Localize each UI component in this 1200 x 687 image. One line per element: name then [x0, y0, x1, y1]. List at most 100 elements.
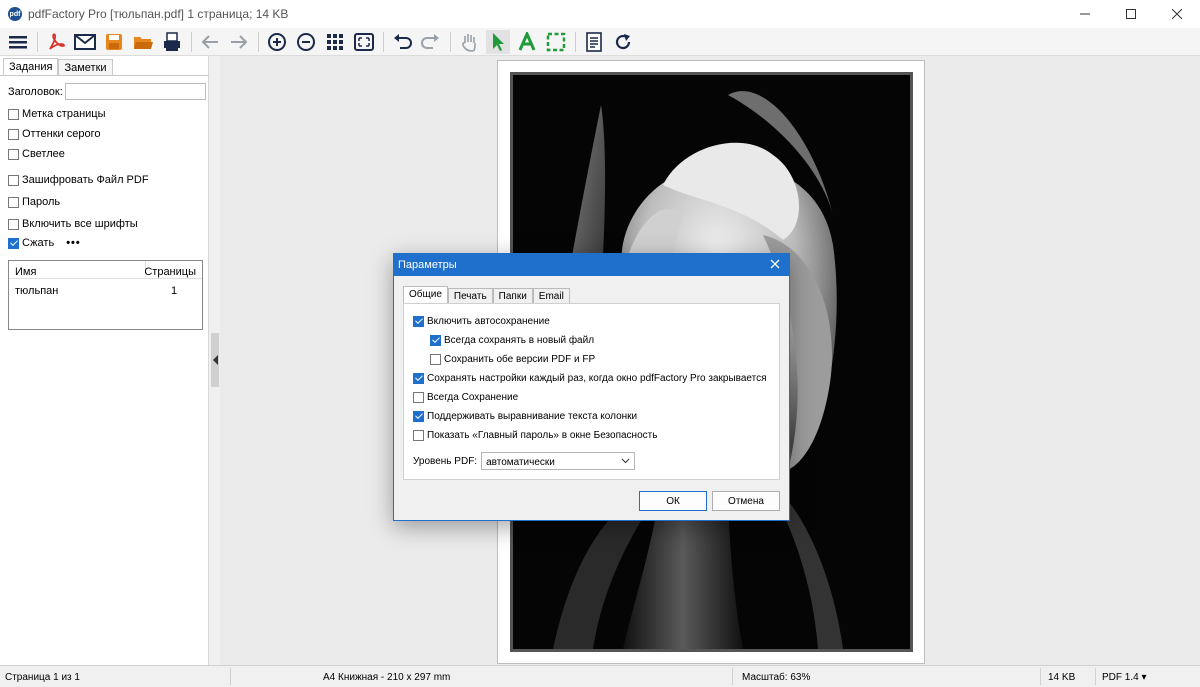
tab-folders[interactable]: Папки	[492, 288, 533, 304]
grid-icon	[327, 33, 343, 50]
maximize-button[interactable]	[1108, 0, 1154, 28]
undo-button[interactable]	[390, 30, 414, 54]
option-enable-autosave[interactable]: Включить автосохранение	[413, 316, 550, 327]
checkbox[interactable]	[8, 174, 19, 186]
pdf-icon	[49, 32, 65, 50]
refresh-button[interactable]	[611, 30, 635, 54]
checkbox[interactable]	[430, 354, 441, 365]
title-label: Заголовок:	[8, 85, 63, 98]
option-always-new-file[interactable]: Всегда сохранять в новый файл	[430, 335, 594, 346]
more-options-button[interactable]: •••	[66, 237, 81, 249]
zoom-in-button[interactable]	[265, 30, 289, 54]
option-save-settings-on-close[interactable]: Сохранять настройки каждый раз, когда ок…	[413, 373, 767, 384]
pdf-version-dropdown[interactable]: PDF 1.4 ▾	[1102, 672, 1147, 683]
documents-list: Имя Страницы тюльпан 1	[8, 260, 203, 330]
back-arrow-icon	[201, 34, 218, 49]
save-button[interactable]	[102, 30, 126, 54]
select-area-button[interactable]	[544, 30, 568, 54]
text-tool-icon	[518, 31, 536, 51]
option-embed-fonts[interactable]: Включить все шрифты	[8, 217, 138, 231]
hand-icon	[462, 33, 476, 52]
open-button[interactable]	[131, 30, 155, 54]
checkbox[interactable]	[8, 108, 19, 120]
checkbox-checked[interactable]	[413, 316, 424, 327]
tab-email[interactable]: Email	[532, 288, 570, 304]
pdf-level-select[interactable]: автоматически	[481, 452, 636, 470]
notes-button[interactable]	[582, 30, 606, 54]
checkbox-checked[interactable]	[413, 373, 424, 384]
menu-button[interactable]	[6, 30, 30, 54]
close-dialog-button[interactable]	[768, 257, 782, 271]
forward-arrow-icon	[231, 34, 248, 49]
list-item-pages[interactable]: 1	[171, 285, 177, 297]
send-pdf-button[interactable]	[44, 30, 68, 54]
select-rect-icon	[546, 32, 566, 51]
column-header-pages[interactable]: Страницы	[144, 266, 196, 278]
ok-button[interactable]: ОК	[639, 491, 707, 511]
column-header-name[interactable]: Имя	[15, 266, 36, 278]
checkbox-checked[interactable]	[8, 237, 19, 249]
general-tab-panel: Включить автосохранение Всегда сохранять…	[403, 303, 780, 480]
zoom-out-icon	[297, 32, 315, 51]
option-compress[interactable]: Сжать •••	[8, 236, 81, 250]
option-lighter[interactable]: Светлее	[8, 147, 65, 161]
refresh-icon	[615, 33, 631, 49]
list-item-name[interactable]: тюльпан	[15, 285, 58, 297]
checkbox-checked[interactable]	[413, 411, 424, 422]
option-always-save[interactable]: Всегда Сохранение	[413, 392, 518, 403]
tab-jobs[interactable]: Задания	[3, 58, 59, 76]
checkbox[interactable]	[413, 392, 424, 403]
checkbox[interactable]	[8, 196, 19, 208]
zoom-in-icon	[268, 32, 286, 51]
redo-icon	[421, 33, 439, 49]
checkbox[interactable]	[8, 148, 19, 160]
pointer-icon	[493, 32, 504, 51]
save-icon	[106, 33, 122, 50]
status-file-size: 14 KB	[1048, 672, 1076, 683]
open-folder-icon	[134, 36, 153, 49]
maximize-icon	[1126, 9, 1136, 19]
tab-print[interactable]: Печать	[447, 288, 493, 304]
option-grayscale[interactable]: Оттенки серого	[8, 127, 100, 141]
pdf-level-label: Уровень PDF:	[413, 455, 478, 467]
pointer-tool-button[interactable]	[486, 29, 510, 54]
checkbox[interactable]	[8, 218, 19, 230]
option-page-label[interactable]: Метка страницы	[8, 107, 106, 121]
checkbox[interactable]	[413, 430, 424, 441]
tab-notes[interactable]: Заметки	[58, 59, 113, 76]
notes-icon	[586, 31, 602, 52]
tab-general[interactable]: Общие	[403, 286, 448, 304]
checkbox[interactable]	[8, 128, 19, 140]
checkbox-checked[interactable]	[430, 335, 441, 346]
minimize-button[interactable]	[1062, 0, 1108, 28]
back-button[interactable]	[198, 30, 222, 54]
print-icon	[164, 31, 180, 51]
fit-page-icon	[354, 32, 374, 51]
menu-icon	[9, 35, 27, 48]
zoom-out-button[interactable]	[294, 30, 318, 54]
thumbnails-button[interactable]	[323, 30, 347, 54]
collapse-arrow-icon	[212, 355, 218, 365]
hand-tool-button[interactable]	[457, 30, 481, 54]
undo-icon	[394, 33, 412, 49]
panel-splitter[interactable]	[211, 333, 219, 387]
print-button[interactable]	[160, 30, 184, 54]
status-zoom: Масштаб: 63%	[742, 672, 811, 683]
close-window-button[interactable]	[1154, 0, 1200, 28]
title-bar: pdf pdfFactory Pro [тюльпан.pdf] 1 стран…	[0, 0, 1200, 28]
toolbar	[0, 28, 1200, 56]
window-title: pdfFactory Pro [тюльпан.pdf] 1 страница;…	[28, 7, 289, 21]
text-tool-button[interactable]	[515, 30, 539, 54]
option-show-master-password[interactable]: Показать «Главный пароль» в окне Безопас…	[413, 430, 657, 441]
fit-page-button[interactable]	[352, 30, 376, 54]
option-encrypt[interactable]: Зашифровать Файл PDF	[8, 173, 149, 187]
forward-button[interactable]	[227, 30, 251, 54]
cancel-button[interactable]: Отмена	[712, 491, 780, 511]
option-save-both-versions[interactable]: Сохранить обе версии PDF и FP	[430, 354, 595, 365]
option-column-text-alignment[interactable]: Поддерживать выравнивание текста колонки	[413, 411, 637, 422]
title-input[interactable]	[64, 83, 206, 100]
redo-button[interactable]	[419, 30, 443, 54]
email-button[interactable]	[73, 30, 97, 54]
option-password[interactable]: Пароль	[8, 195, 60, 209]
status-paper-format: A4 Книжная - 210 x 297 mm	[323, 672, 451, 683]
